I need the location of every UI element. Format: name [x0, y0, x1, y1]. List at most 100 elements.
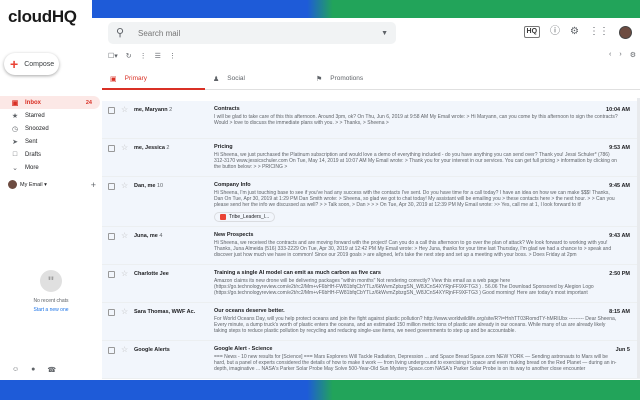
search-bar[interactable]: ⚲ ▼ [108, 22, 396, 44]
settings-icon[interactable]: ⚙ [570, 25, 579, 39]
search-input[interactable] [138, 28, 382, 38]
tab-label: Promotions [330, 75, 364, 82]
compose-plus-icon: + [10, 56, 19, 72]
sidebar-item-label: Sent [25, 138, 38, 145]
email-row[interactable]: ☆ Charlotte Jee Training a single AI mod… [102, 265, 640, 303]
apps-icon[interactable]: ⋮⋮ [589, 25, 609, 39]
draft-icon: □ [12, 151, 18, 158]
cloudhq-badge[interactable]: HQ [523, 26, 541, 38]
search-options-icon[interactable]: ▼ [381, 30, 388, 37]
row-checkbox[interactable] [108, 347, 115, 354]
tab-primary[interactable]: ▣ Primary [102, 68, 205, 90]
avatar[interactable] [619, 25, 632, 39]
timestamp: 10:04 AM [606, 107, 630, 113]
hangouts-icon[interactable]: ● [31, 366, 35, 374]
gmail-window: ⚲ ▼ HQ ⓘ ⚙ ⋮⋮ + Compose ▣ Inbox 24 ★ Sta… [0, 18, 640, 380]
subject: Contracts [214, 106, 240, 112]
sender: me, Jessica 2 [134, 145, 169, 151]
email-row[interactable]: ☆ Sara Thomas, WWF Ac. Our oceans deserv… [102, 303, 640, 341]
star-icon[interactable]: ☆ [121, 143, 128, 152]
subject: Pricing [214, 144, 233, 150]
star-icon[interactable]: ☆ [121, 105, 128, 114]
refresh-icon[interactable]: ↻ [126, 52, 132, 60]
sidebar-item-more[interactable]: ⌄ More [0, 161, 100, 174]
star-icon[interactable]: ☆ [121, 231, 128, 240]
row-checkbox[interactable] [108, 233, 115, 240]
sidebar-item-inbox[interactable]: ▣ Inbox 24 [0, 96, 100, 109]
tab-promotions[interactable]: ⚑ Promotions [308, 68, 411, 89]
sidebar-nav: ▣ Inbox 24 ★ Starred ◷ Snoozed ➤ Sent □ … [0, 96, 100, 174]
hangouts-account[interactable]: My Email ▾ + [8, 180, 98, 190]
tab-label: Social [227, 75, 245, 82]
next-page-icon[interactable]: › [619, 51, 621, 59]
sidebar-item-label: Drafts [25, 151, 42, 158]
tab-label: Primary [124, 75, 148, 82]
inbox-count: 24 [85, 99, 92, 106]
email-row[interactable]: ☆ Dan, me 10 Company Info 9:45 AM Hi She… [102, 177, 640, 227]
sender: Sara Thomas, WWF Ac. [134, 309, 195, 315]
header-icons: HQ ⓘ ⚙ ⋮⋮ [523, 25, 632, 39]
person-icon[interactable]: ☺ [12, 366, 19, 374]
subject: New Prospects [214, 232, 254, 238]
sidebar-item-sent[interactable]: ➤ Sent [0, 135, 100, 148]
row-checkbox[interactable] [108, 107, 115, 114]
help-icon[interactable]: ⓘ [550, 25, 560, 39]
star-icon[interactable]: ☆ [121, 345, 128, 354]
account-label: My Email ▾ [20, 181, 47, 188]
snippet: === News - 10 new results for [Science] … [214, 354, 617, 373]
sidebar-item-starred[interactable]: ★ Starred [0, 109, 100, 122]
email-row[interactable]: ☆ me, Maryann 2 Contracts 10:04 AM I wil… [102, 101, 640, 139]
chat-bubble-icon: " [40, 270, 62, 292]
brand-banner-bottom [0, 380, 640, 400]
star-icon: ★ [11, 112, 19, 120]
compose-label: Compose [24, 60, 55, 68]
star-icon[interactable]: ☆ [121, 269, 128, 278]
row-checkbox[interactable] [108, 309, 115, 316]
sender: me, Maryann 2 [134, 107, 172, 113]
sender-name: me, Jessica [134, 145, 165, 151]
sidebar-item-snoozed[interactable]: ◷ Snoozed [0, 122, 100, 135]
prev-page-icon[interactable]: ‹ [609, 51, 611, 59]
pager: ‹ › ⚙ [609, 51, 636, 59]
main-panel: ☐▾ ↻ ⋮ ☰ ⋮ ‹ › ⚙ ▣ Primary ♟ Social ⚑ Pr… [102, 48, 640, 380]
start-chat-link[interactable]: Start a new one [0, 307, 102, 313]
snippet: Hi Sheena, we received the contracts and… [214, 240, 612, 259]
density-icon[interactable]: ☰ [155, 52, 161, 60]
sender: Juna, me 4 [134, 233, 162, 239]
timestamp: 9:43 AM [609, 233, 630, 239]
star-icon[interactable]: ☆ [121, 307, 128, 316]
row-checkbox[interactable] [108, 271, 115, 278]
settings-icon[interactable]: ⚙ [630, 51, 636, 59]
tab-social[interactable]: ♟ Social [205, 68, 308, 89]
tag-icon: ⚑ [316, 75, 323, 83]
sidebar: + Compose ▣ Inbox 24 ★ Starred ◷ Snoozed… [0, 48, 102, 380]
search-icon[interactable]: ⚲ [116, 27, 128, 39]
account-avatar [8, 180, 17, 189]
sidebar-item-drafts[interactable]: □ Drafts [0, 148, 100, 161]
phone-icon[interactable]: ☎ [47, 366, 56, 374]
row-checkbox[interactable] [108, 183, 115, 190]
thread-count: 2 [166, 145, 170, 151]
row-checkbox[interactable] [108, 145, 115, 152]
timestamp: Jun 5 [615, 347, 630, 353]
sidebar-footer: ☺ ● ☎ [12, 366, 56, 374]
email-row[interactable]: ☆ Google Alerts Google Alert - Science J… [102, 341, 640, 379]
inbox-icon: ▣ [110, 75, 117, 83]
compose-button[interactable]: + Compose [4, 53, 59, 75]
snippet-text: Hi Sheena, I'm just touching base to see… [214, 190, 615, 209]
email-row[interactable]: ☆ Juna, me 4 New Prospects 9:43 AM Hi Sh… [102, 227, 640, 265]
chats-panel: " No recent chats Start a new one [0, 270, 102, 313]
more-options-icon[interactable]: ⋮ [140, 52, 147, 60]
snippet: Amazon claims its new drone will be deli… [214, 278, 594, 297]
thread-count: 4 [159, 233, 163, 239]
timestamp: 8:15 AM [609, 309, 630, 315]
select-all-checkbox[interactable]: ☐▾ [108, 52, 118, 60]
email-row[interactable]: ☆ me, Jessica 2 Pricing 9:53 AM Hi Sheen… [102, 139, 640, 177]
logo-text: cloudHQ [8, 7, 77, 26]
add-chat-icon[interactable]: + [91, 180, 96, 190]
more-vert-icon[interactable]: ⋮ [169, 52, 176, 60]
sidebar-item-label: Starred [25, 112, 45, 119]
timestamp: 9:45 AM [609, 183, 630, 189]
attachment-chip[interactable]: Tribe_Leaders_l... [214, 211, 276, 222]
star-icon[interactable]: ☆ [121, 181, 128, 190]
